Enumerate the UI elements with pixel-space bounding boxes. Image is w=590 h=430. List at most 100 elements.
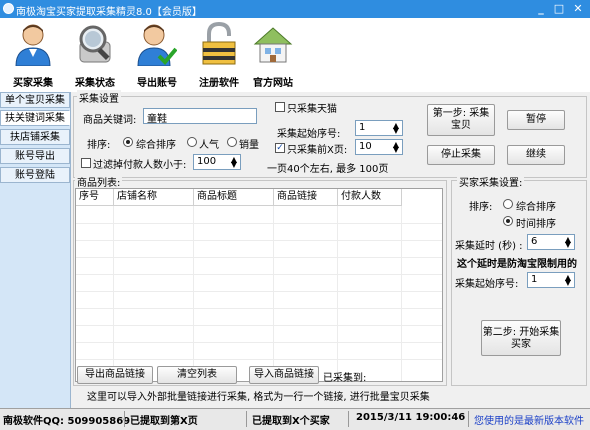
delay-spinner[interactable]: 6 ▲ ▼ (527, 234, 575, 250)
toolbar-label: 注册软件 (199, 78, 239, 89)
filter-count-value: 100 (197, 156, 217, 167)
pause-button[interactable]: 暂停 (507, 110, 565, 130)
delay-value: 6 (531, 236, 538, 247)
status-separator (468, 411, 469, 427)
toolbar-buyer-collect-button[interactable]: 买家采集 (2, 18, 64, 92)
spinner-arrows-icon[interactable]: ▲ ▼ (393, 122, 399, 135)
magnifier-icon (79, 25, 111, 63)
grid-line (76, 291, 442, 292)
sidebar-item-export[interactable]: 账号导出 (0, 148, 70, 164)
buyer-settings-legend: 买家采集设置: (457, 174, 525, 189)
buyer-sort-radio-time[interactable] (503, 216, 513, 226)
status-datetime: 2015/3/11 19:00:46 (356, 412, 466, 423)
start-page-value: 1 (359, 122, 366, 133)
toolbar-label: 官方网站 (253, 78, 293, 89)
product-table[interactable]: 序号 店铺名称 商品标题 商品链接 付款人数 (75, 188, 443, 382)
grid-line (337, 206, 338, 381)
status-pages: 已提取到第X页 (130, 416, 198, 427)
export-links-button[interactable]: 导出商品链接 (77, 366, 153, 384)
sidebar-item-single[interactable]: 单个宝贝采集 (0, 92, 70, 108)
sort-radio-popularity[interactable] (187, 137, 197, 147)
stop-collect-button[interactable]: 停止采集 (427, 145, 495, 165)
toolbar-label: 买家采集 (13, 78, 53, 89)
sort-radio-comprehensive[interactable] (123, 137, 133, 147)
toolbar-website-button[interactable]: 官方网站 (242, 18, 304, 92)
collected-label: 已采集到: (323, 373, 367, 384)
status-version-note[interactable]: 您使用的是最新版本软件 (474, 412, 584, 427)
grid-line (76, 223, 442, 224)
status-qq: 南极软件QQ: 509905869 (3, 416, 131, 427)
status-separator (124, 411, 125, 427)
column-header[interactable]: 商品标题 (194, 189, 274, 206)
first-pages-label: 只采集前X页: (287, 145, 348, 156)
spinner-arrows-icon[interactable]: ▲ ▼ (565, 274, 571, 287)
title-bar: 南极淘宝买家提取采集精灵8.0【会员版】 _ □ ✕ (0, 0, 590, 18)
grid-line (76, 257, 442, 258)
grid-line (76, 274, 442, 275)
sidebar: 单个宝贝采集 扶关键词采集 扶店铺采集 账号导出 账号登陆 (0, 92, 70, 408)
sort-label: 排序: (87, 140, 111, 151)
sort-option-label: 人气 (199, 140, 219, 151)
toolbar-label: 导出账号 (137, 78, 177, 89)
buyer-start-spinner[interactable]: 1 ▲ ▼ (527, 272, 575, 288)
buyer-start-label: 采集起始序号: (455, 279, 519, 290)
first-pages-spinner[interactable]: 10 ▲ ▼ (355, 139, 403, 155)
sidebar-item-keyword[interactable]: 扶关键词采集 (0, 110, 70, 126)
buyer-sort-radio-comprehensive[interactable] (503, 199, 513, 209)
minimize-button[interactable]: _ (533, 1, 549, 17)
import-hint: 这里可以导入外部批量链接进行采集, 格式为一行一个链接, 进行批量宝贝采集 (87, 392, 430, 403)
status-separator (348, 411, 349, 427)
toolbar-register-button[interactable]: 注册软件 (188, 18, 250, 92)
spinner-arrows-icon[interactable]: ▲ ▼ (565, 236, 571, 249)
per-page-note: 一页40个左右, 最多 100页 (267, 164, 389, 175)
delay-label: 采集延时 (秒) : (455, 241, 523, 252)
start-page-label: 采集起始序号: (277, 129, 341, 140)
buyer-sort-label: 排序: (469, 202, 493, 213)
filter-label: 过滤掉付款人数小于: (93, 160, 187, 171)
grid-line (113, 206, 114, 381)
app-icon (3, 3, 14, 14)
spinner-arrows-icon[interactable]: ▲ ▼ (393, 141, 399, 154)
toolbar-collect-status-button[interactable]: 采集状态 (64, 18, 126, 92)
step2-collect-buyers-button[interactable]: 第二步: 开始采集买家 (481, 320, 561, 356)
sort-option-label: 综合排序 (136, 140, 176, 151)
maximize-button[interactable]: □ (551, 1, 567, 17)
column-header[interactable]: 商品链接 (274, 189, 338, 206)
column-header[interactable]: 序号 (76, 189, 114, 206)
status-separator (246, 411, 247, 427)
sort-option-label: 销量 (239, 140, 259, 151)
padlock-icon (202, 22, 236, 65)
clear-list-button[interactable]: 清空列表 (157, 366, 237, 384)
window-title: 南极淘宝买家提取采集精灵8.0【会员版】 (16, 7, 202, 18)
filter-checkbox[interactable] (81, 158, 91, 168)
user-check-icon (137, 24, 177, 66)
grid-line (76, 325, 442, 326)
toolbar-label: 采集状态 (75, 78, 115, 89)
status-buyers: 已提取到X个买家 (252, 416, 330, 427)
close-button[interactable]: ✕ (570, 1, 586, 17)
grid-line (401, 206, 402, 381)
sidebar-item-login[interactable]: 账号登陆 (0, 167, 70, 183)
spinner-arrows-icon[interactable]: ▲ ▼ (231, 156, 237, 169)
continue-button[interactable]: 继续 (507, 145, 565, 165)
buyer-start-value: 1 (531, 274, 538, 285)
grid-line (76, 342, 442, 343)
toolbar: 买家采集 采集状态 导出账号 注册软件 官方网站 (0, 18, 590, 92)
only-tmall-checkbox[interactable] (275, 102, 285, 112)
sort-radio-sales[interactable] (227, 137, 237, 147)
column-header[interactable]: 店铺名称 (114, 189, 194, 206)
column-header[interactable]: 付款人数 (338, 189, 402, 206)
buyer-sort-option-label: 综合排序 (516, 202, 556, 213)
import-links-button[interactable]: 导入商品链接 (249, 366, 319, 384)
first-pages-checkbox[interactable]: ✓ (275, 143, 285, 153)
status-bar: 南极软件QQ: 509905869 已提取到第X页 已提取到X个买家 2015/… (0, 408, 590, 430)
grid-line (76, 240, 442, 241)
keyword-input[interactable]: 童鞋 (143, 108, 257, 124)
toolbar-export-account-button[interactable]: 导出账号 (126, 18, 188, 92)
house-icon (253, 27, 293, 63)
filter-count-spinner[interactable]: 100 ▲ ▼ (193, 154, 241, 170)
sidebar-item-shop[interactable]: 扶店铺采集 (0, 129, 70, 145)
start-page-spinner[interactable]: 1 ▲ ▼ (355, 120, 403, 136)
user-icon (15, 24, 51, 66)
step1-collect-items-button[interactable]: 第一步: 采集宝贝 (427, 104, 495, 136)
